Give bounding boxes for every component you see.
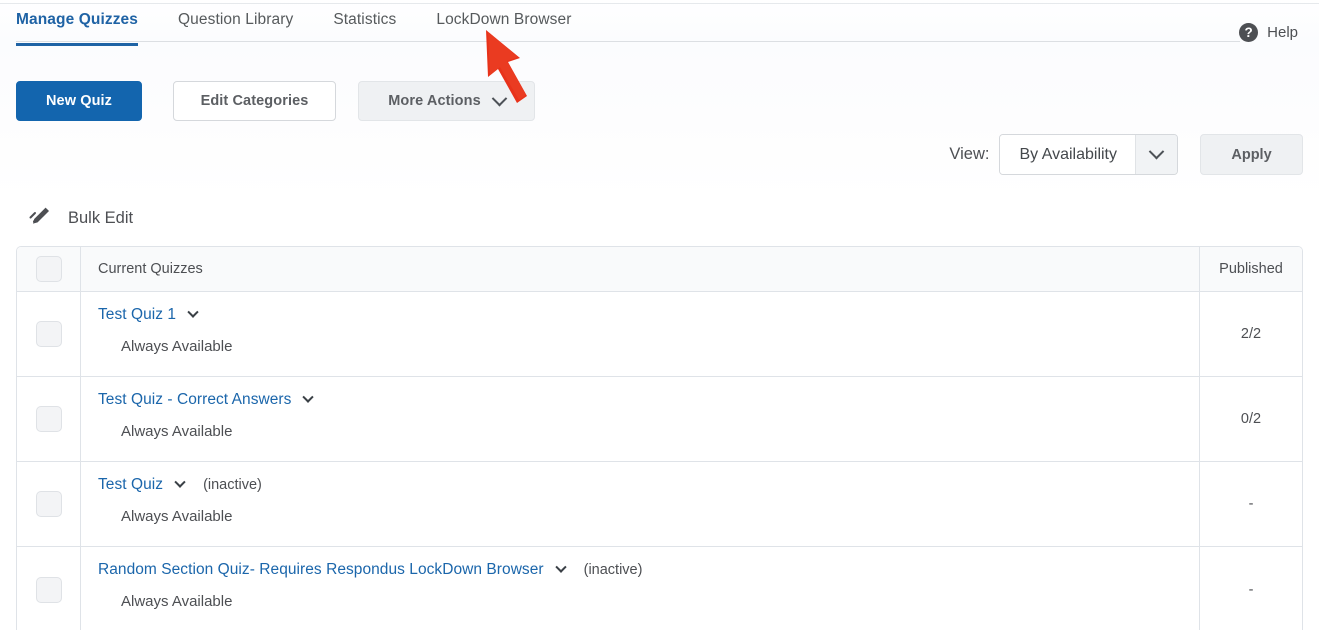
tab-statistics-label: Statistics: [333, 11, 397, 28]
view-label: View:: [949, 145, 990, 163]
edit-categories-button-label: Edit Categories: [200, 93, 309, 109]
row-select-cell: [17, 377, 81, 461]
bulk-edit-button[interactable]: Bulk Edit: [28, 205, 133, 231]
column-header-current-quizzes: Current Quizzes: [98, 261, 203, 277]
row-checkbox[interactable]: [35, 491, 62, 517]
tab-lockdown-browser[interactable]: LockDown Browser: [436, 6, 571, 46]
chevron-down-icon: [554, 561, 567, 573]
quiz-title-link[interactable]: Random Section Quiz- Requires Respondus …: [98, 561, 544, 579]
chevron-down-icon: [187, 306, 199, 318]
row-availability: Always Available: [121, 338, 233, 355]
quizzes-table: Current Quizzes Published Test Quiz 1 Al…: [16, 246, 1303, 630]
row-title-line: Random Section Quiz- Requires Respondus …: [98, 561, 1199, 579]
top-divider: [0, 3, 1319, 4]
row-availability: Always Available: [121, 508, 233, 525]
column-header-published: Published: [1199, 247, 1302, 291]
tab-question-library[interactable]: Question Library: [178, 6, 293, 46]
help-link[interactable]: ? Help: [1239, 23, 1298, 42]
row-main-cell: Random Section Quiz- Requires Respondus …: [81, 547, 1199, 630]
row-main-cell: Test Quiz - Correct Answers Always Avail…: [81, 377, 1199, 461]
row-checkbox[interactable]: [35, 321, 62, 347]
select-all-checkbox[interactable]: [35, 256, 62, 282]
row-availability: Always Available: [121, 593, 233, 610]
nav-underline: [16, 41, 1240, 42]
chevron-down-icon: [1148, 143, 1165, 160]
apply-button[interactable]: Apply: [1200, 134, 1303, 175]
row-published: -: [1199, 547, 1302, 630]
chevron-down-icon: [174, 476, 186, 488]
more-actions-button[interactable]: More Actions: [358, 81, 535, 121]
row-main-cell: Test Quiz 1 Always Available: [81, 292, 1199, 376]
table-row: Random Section Quiz- Requires Respondus …: [17, 547, 1302, 630]
edit-categories-button[interactable]: Edit Categories: [173, 81, 336, 121]
quiz-context-menu-button[interactable]: [554, 561, 567, 574]
select-all-cell: [17, 247, 81, 291]
table-row: Test Quiz (inactive) Always Available -: [17, 462, 1302, 547]
view-select-arrow[interactable]: [1135, 135, 1177, 174]
apply-button-label: Apply: [1231, 146, 1272, 163]
tab-manage-quizzes[interactable]: Manage Quizzes: [16, 6, 138, 46]
row-select-cell: [17, 292, 81, 376]
help-label: Help: [1267, 24, 1298, 41]
view-filter-row: View: By Availability Apply: [949, 134, 1303, 175]
tab-question-library-label: Question Library: [178, 11, 294, 28]
row-availability: Always Available: [121, 423, 233, 440]
table-header-row: Current Quizzes Published: [17, 247, 1302, 292]
view-select-value: By Availability: [1000, 135, 1135, 174]
tab-statistics[interactable]: Statistics: [333, 6, 396, 46]
tab-manage-quizzes-label: Manage Quizzes: [16, 11, 138, 28]
row-status-badge: (inactive): [583, 562, 643, 578]
row-select-cell: [17, 462, 81, 546]
pencil-edit-icon: [29, 207, 49, 224]
more-actions-button-label: More Actions: [388, 93, 481, 109]
chevron-down-icon: [491, 90, 508, 106]
row-published: -: [1199, 462, 1302, 546]
toolbar: New Quiz Edit Categories More Actions: [16, 81, 535, 121]
quiz-title-link[interactable]: Test Quiz 1: [98, 306, 176, 324]
bulk-edit-label: Bulk Edit: [68, 208, 134, 227]
table-row: Test Quiz 1 Always Available 2/2: [17, 292, 1302, 377]
quiz-context-menu-button[interactable]: [174, 476, 186, 489]
help-circle-icon: ?: [1239, 23, 1259, 42]
row-published: 0/2: [1199, 377, 1302, 461]
row-checkbox[interactable]: [35, 406, 62, 432]
quiz-title-link[interactable]: Test Quiz: [98, 476, 163, 494]
new-quiz-button[interactable]: New Quiz: [16, 81, 142, 121]
row-title-line: Test Quiz (inactive): [98, 476, 1199, 494]
row-select-cell: [17, 547, 81, 630]
nav-tab-list: Manage Quizzes Question Library Statisti…: [16, 6, 611, 46]
row-title-line: Test Quiz 1: [98, 306, 1199, 324]
new-quiz-button-label: New Quiz: [45, 93, 113, 109]
quiz-context-menu-button[interactable]: [187, 306, 199, 319]
quizzes-page: Manage Quizzes Question Library Statisti…: [0, 0, 1319, 630]
row-main-cell: Test Quiz (inactive) Always Available: [81, 462, 1199, 546]
tab-lockdown-browser-label: LockDown Browser: [436, 11, 572, 28]
view-select[interactable]: By Availability: [999, 134, 1178, 175]
row-checkbox[interactable]: [35, 576, 62, 603]
row-published: 2/2: [1199, 292, 1302, 376]
row-title-line: Test Quiz - Correct Answers: [98, 391, 1199, 409]
chevron-down-icon: [302, 391, 315, 403]
quiz-context-menu-button[interactable]: [302, 391, 315, 404]
table-row: Test Quiz - Correct Answers Always Avail…: [17, 377, 1302, 462]
quiz-title-link[interactable]: Test Quiz - Correct Answers: [98, 391, 291, 409]
row-status-badge: (inactive): [203, 477, 262, 493]
